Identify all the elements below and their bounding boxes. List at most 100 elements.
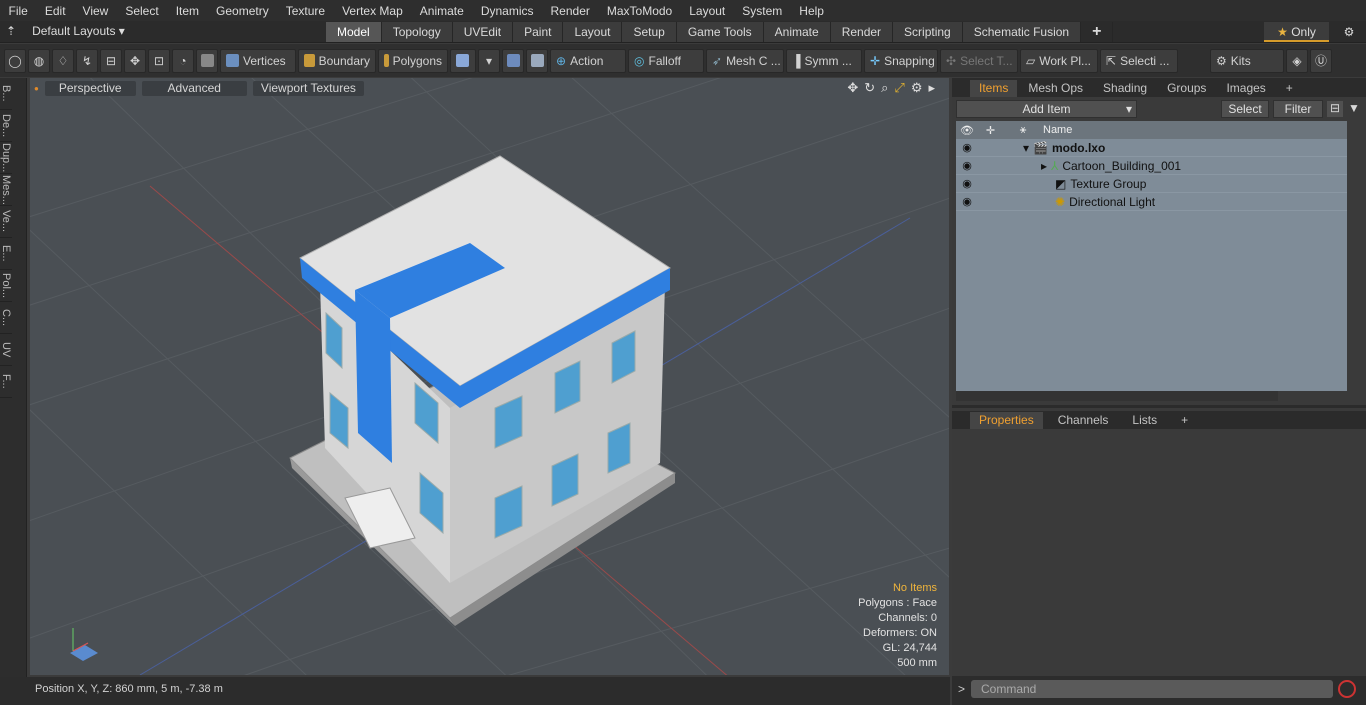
symmetry-b-icon[interactable] (526, 48, 548, 73)
expand-arrow-icon[interactable]: ▸ (928, 80, 935, 96)
pan-icon[interactable]: ✥ (847, 80, 858, 96)
brush-icon[interactable]: ↯ (76, 48, 98, 73)
left-tab-deform[interactable]: De... (0, 110, 12, 142)
collapse-triangle-icon[interactable]: ▾ (978, 141, 1033, 155)
menu-help[interactable]: Help (791, 4, 833, 18)
menu-system[interactable]: System (734, 4, 791, 18)
left-tab-edge[interactable]: E... (0, 238, 12, 270)
left-tab-vertex[interactable]: Ve... (0, 206, 12, 238)
zoom-icon[interactable]: ⌕ (881, 80, 888, 96)
select-circle-icon[interactable]: ◯ (4, 48, 26, 73)
expand-triangle-icon[interactable]: ▸ (978, 159, 1051, 173)
menu-edit[interactable]: Edit (36, 4, 74, 18)
tab-scripting[interactable]: Scripting (893, 22, 963, 42)
eye-icon[interactable]: ◉ (956, 141, 978, 154)
perspective-button[interactable]: Perspective (44, 80, 136, 96)
maximize-icon[interactable]: ⤢ (894, 80, 904, 96)
item-row-scene[interactable]: ◉ ▾ 🎬 modo.lxo (956, 139, 1347, 157)
tab-images[interactable]: Images (1217, 80, 1274, 97)
work-plane-button[interactable]: ▱ Work Pl... (1020, 48, 1098, 73)
left-tab-curve[interactable]: C... (0, 302, 12, 334)
menu-file[interactable]: File (0, 4, 36, 18)
snapping-button[interactable]: ✛ Snapping (864, 48, 938, 73)
pen-icon[interactable]: ♢ (52, 48, 74, 73)
item-list-scrollbar[interactable] (956, 391, 1278, 401)
center-icon[interactable]: ⊡ (148, 48, 170, 73)
gear-icon[interactable]: ⚙ (1332, 22, 1366, 42)
left-tab-duplicate[interactable]: Dup... (0, 142, 12, 174)
record-icon[interactable] (1338, 680, 1356, 698)
menu-animate[interactable]: Animate (411, 4, 472, 18)
tab-uvedit[interactable]: UVEdit (452, 22, 514, 42)
add-tab-button[interactable]: + (1081, 22, 1114, 42)
material-icon[interactable] (450, 48, 476, 73)
move-icon[interactable]: ✥ (124, 48, 146, 73)
left-tab-polygon[interactable]: Pol... (0, 270, 12, 302)
collapse-icon[interactable]: ⊟ (1327, 101, 1343, 117)
mesh-constraint-button[interactable]: ➶ Mesh C ... (706, 48, 784, 73)
tab-groups[interactable]: Groups (1158, 80, 1215, 97)
tab-items[interactable]: Items (970, 80, 1018, 97)
left-tab-mesh-edit[interactable]: Mes... (0, 174, 12, 206)
tab-animate[interactable]: Animate (763, 22, 831, 42)
symmetry-button[interactable]: ▐ Symm ... (786, 48, 862, 73)
menu-vertex-map[interactable]: Vertex Map (334, 4, 412, 18)
clock-icon[interactable]: ◔ (172, 48, 194, 73)
menu-select[interactable]: Select (117, 4, 167, 18)
tab-schematic-fusion[interactable]: Schematic Fusion (962, 22, 1082, 42)
menu-maxtomodo[interactable]: MaxToModo (598, 4, 680, 18)
left-tab-fusion[interactable]: F... (0, 366, 12, 398)
add-props-tab-button[interactable]: + (1172, 412, 1197, 429)
add-item-button[interactable]: Add Item ▾ (956, 100, 1137, 118)
tab-render[interactable]: Render (830, 22, 894, 42)
tab-game-tools[interactable]: Game Tools (676, 22, 764, 42)
filter-funnel-icon[interactable]: ▼ (1346, 101, 1362, 117)
left-tab-basic[interactable]: B... (0, 78, 12, 110)
menu-geometry[interactable]: Geometry (208, 4, 278, 18)
unity-icon[interactable]: ◈ (1286, 48, 1308, 73)
panel-divider[interactable] (952, 405, 1366, 408)
tab-paint[interactable]: Paint (513, 22, 564, 42)
symmetry-a-icon[interactable] (502, 48, 524, 73)
falloff-button[interactable]: ◎ Falloff (628, 48, 704, 73)
tab-topology[interactable]: Topology (381, 22, 453, 42)
menu-dynamics[interactable]: Dynamics (472, 4, 542, 18)
tab-setup[interactable]: Setup (622, 22, 677, 42)
menu-texture[interactable]: Texture (277, 4, 333, 18)
select-button[interactable]: Select (1221, 100, 1269, 118)
selection-sets-button[interactable]: ⇱ Selecti ... (1100, 48, 1178, 73)
menu-view[interactable]: View (74, 4, 117, 18)
add-panel-tab-button[interactable]: + (1277, 80, 1302, 97)
eye-icon[interactable]: ◉ (956, 177, 978, 190)
align-icon[interactable]: ⊟ (100, 48, 122, 73)
vertices-button[interactable]: Vertices (220, 48, 296, 73)
tab-lists[interactable]: Lists (1123, 412, 1166, 429)
globe-icon[interactable]: ◍ (28, 48, 50, 73)
boundary-button[interactable]: Boundary (298, 48, 376, 73)
cube-icon[interactable] (196, 48, 218, 73)
menu-layout[interactable]: Layout (681, 4, 734, 18)
add-item-dropdown-icon[interactable]: ▾ (1126, 101, 1132, 117)
eye-icon[interactable]: ◉ (956, 159, 978, 172)
polygons-button[interactable]: Polygons (378, 48, 448, 73)
tab-shading[interactable]: Shading (1094, 80, 1156, 97)
tab-layout[interactable]: Layout (563, 22, 623, 42)
action-button[interactable]: ⊕ Action (550, 48, 626, 73)
tab-properties[interactable]: Properties (970, 412, 1043, 429)
layout-selector[interactable]: ⇡ Default Layouts ▾ (6, 24, 125, 38)
tab-mesh-ops[interactable]: Mesh Ops (1019, 80, 1092, 97)
eye-icon[interactable]: ◉ (956, 195, 978, 208)
menu-item[interactable]: Item (167, 4, 207, 18)
left-tab-uv[interactable]: UV (0, 334, 12, 366)
advanced-button[interactable]: Advanced (141, 80, 247, 96)
menu-render[interactable]: Render (542, 4, 598, 18)
select-through-button[interactable]: ✣ Select T... (940, 48, 1018, 73)
tab-model[interactable]: Model (326, 22, 382, 42)
item-row-mesh[interactable]: ◉ ▸ ⅄ Cartoon_Building_001 (956, 157, 1347, 175)
only-toggle[interactable]: ★ Only (1264, 22, 1329, 42)
viewport-textures-button[interactable]: Viewport Textures (252, 80, 364, 96)
filter-button[interactable]: Filter (1273, 100, 1323, 118)
3d-viewport[interactable]: ● Perspective Advanced Viewport Textures… (30, 78, 949, 675)
command-input[interactable]: Command (971, 680, 1333, 698)
unreal-icon[interactable]: Ⓤ (1310, 48, 1332, 73)
